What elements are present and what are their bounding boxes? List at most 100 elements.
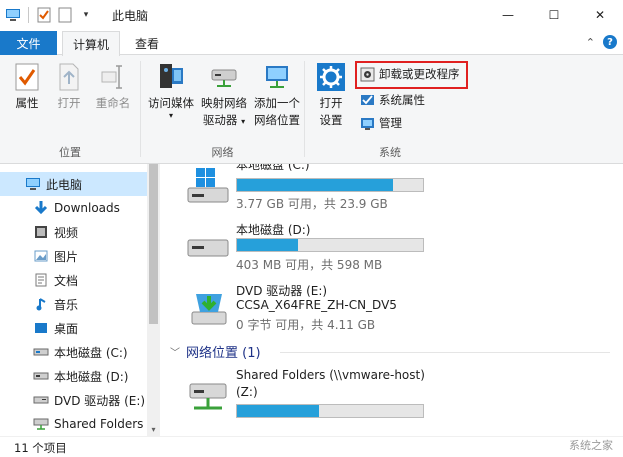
chevron-down-icon: ﹀ (170, 348, 180, 359)
picture-icon (32, 248, 50, 264)
tab-file[interactable]: 文件 (0, 31, 57, 55)
new-folder-icon[interactable] (56, 6, 74, 24)
drive-tile-dvd[interactable]: DVD 驱动器 (E:) CCSA_X64FRE_ZH-CN_DV5 0 字节 … (160, 278, 623, 342)
group-system-label: 系统 (379, 146, 401, 159)
manage-button[interactable]: 管理 (359, 113, 402, 133)
nav-item-desktop[interactable]: 桌面 (0, 316, 148, 340)
drive-usage-bar (236, 404, 424, 418)
nav-item-this-pc[interactable]: 此电脑 (0, 172, 148, 196)
tab-view[interactable]: 查看 (124, 31, 170, 56)
media-server-icon (155, 61, 187, 93)
qat-divider (28, 7, 29, 23)
nav-item-shared-folders[interactable]: Shared Folders (0, 412, 148, 436)
computer-icon (24, 176, 42, 192)
network-section-header[interactable]: ﹀ 网络位置 (1) (170, 342, 261, 361)
map-network-drive-button[interactable]: 映射网络 驱动器 ▾ (197, 61, 251, 130)
group-network-label: 网络 (211, 146, 234, 159)
rename-button[interactable]: 重命名 (90, 61, 136, 112)
network-section-title: 网络位置 (1) (186, 346, 261, 361)
tab-computer[interactable]: 计算机 (62, 31, 120, 56)
drive-name: 本地磁盘 (C:) (236, 164, 310, 172)
nav-item-label: 图片 (54, 249, 79, 264)
nav-item-drive-d[interactable]: 本地磁盘 (D:) (0, 364, 148, 388)
chevron-down-icon: ▾ (168, 111, 173, 120)
drive-usage-fill (237, 239, 299, 251)
properties-button[interactable]: 属性 (8, 61, 46, 112)
network-drive-icon (32, 416, 50, 432)
open-label: 打开 (57, 96, 81, 110)
collapse-ribbon-icon[interactable]: ⌃ (586, 36, 595, 49)
watermark-text: 系统之家 (569, 439, 613, 452)
nav-item-dvd-e[interactable]: DVD 驱动器 (E:) (0, 388, 148, 412)
group-location: 属性 打开 重命名 位置 (0, 55, 140, 164)
close-button[interactable]: ✕ (577, 0, 623, 30)
document-icon (32, 272, 50, 288)
open-settings-label-2: 设置 (319, 113, 343, 127)
navigation-pane: 此电脑 Downloads 视频 图片 文档 音乐 桌面 本地磁盘 (C:) 本… (0, 164, 160, 436)
video-icon (32, 224, 50, 240)
properties-check-icon[interactable] (35, 6, 53, 24)
ribbon-right-controls: ⌃ ? (586, 35, 617, 49)
drive-free-space: 3.77 GB 可用，共 23.9 GB (236, 197, 388, 211)
group-location-label: 位置 (59, 146, 81, 159)
nav-item-label: Downloads (54, 201, 120, 215)
drive-name: Shared Folders (\\vmware-host) (236, 368, 425, 382)
nav-scrollbar-thumb[interactable] (149, 164, 158, 324)
drive-tile-c[interactable]: 本地磁盘 (C:) 3.77 GB 可用，共 23.9 GB (160, 164, 623, 218)
nav-item-label: 本地磁盘 (D:) (54, 369, 129, 384)
rename-icon (97, 61, 129, 93)
open-settings-label-1: 打开 (319, 96, 343, 110)
nav-item-documents[interactable]: 文档 (0, 268, 148, 292)
computer-icon[interactable] (4, 6, 22, 24)
window-controls: — ☐ ✕ (485, 0, 623, 30)
item-count: 11 个项目 (14, 441, 67, 455)
open-button[interactable]: 打开 (50, 61, 88, 112)
nav-item-music[interactable]: 音乐 (0, 292, 148, 316)
minimize-button[interactable]: — (485, 0, 531, 30)
ribbon: 属性 打开 重命名 位置 访问媒体 ▾ 映射网络 驱动器 ▾ 添加一个 网络位置… (0, 55, 623, 164)
access-media-button[interactable]: 访问媒体 ▾ (145, 61, 197, 120)
nav-item-pictures[interactable]: 图片 (0, 244, 148, 268)
drive-icon (32, 368, 50, 384)
group-network: 访问媒体 ▾ 映射网络 驱动器 ▾ 添加一个 网络位置 网络 (141, 55, 304, 164)
nav-item-videos[interactable]: 视频 (0, 220, 148, 244)
nav-item-downloads[interactable]: Downloads (0, 196, 148, 220)
qat-dropdown-icon[interactable]: ▾ (77, 6, 95, 24)
title-bar: ▾ 此电脑 — ☐ ✕ (0, 0, 623, 31)
chevron-down-icon: ▾ (241, 117, 246, 126)
open-settings-button[interactable]: 打开 设置 (313, 61, 349, 129)
manage-icon (359, 115, 375, 131)
add-network-location-button[interactable]: 添加一个 网络位置 (251, 61, 303, 129)
nav-item-label: 本地磁盘 (C:) (54, 345, 128, 360)
system-properties-label: 系统属性 (379, 93, 425, 107)
map-drive-label-2-text: 驱动器 (202, 113, 238, 127)
system-properties-icon (359, 92, 375, 108)
desktop-icon (32, 320, 50, 336)
system-properties-button[interactable]: 系统属性 (359, 90, 425, 110)
open-icon (53, 61, 85, 93)
nav-item-label: 文档 (54, 273, 79, 288)
drive-usage-bar (236, 178, 424, 192)
nav-scrollbar[interactable]: ▾ (147, 164, 160, 436)
gear-icon (315, 61, 347, 93)
drive-usage-fill (237, 405, 319, 417)
drive-tile-d[interactable]: 本地磁盘 (D:) 403 MB 可用，共 598 MB (160, 216, 623, 278)
drive-name: DVD 驱动器 (E:) (236, 284, 328, 298)
drive-icon (32, 344, 50, 360)
nav-item-label: 音乐 (54, 297, 79, 312)
network-drive-tile[interactable]: Shared Folders (\\vmware-host) (Z:) (160, 366, 623, 428)
music-icon (32, 296, 50, 312)
manage-label: 管理 (379, 116, 402, 130)
nav-item-drive-c[interactable]: 本地磁盘 (C:) (0, 340, 148, 364)
ribbon-tabs: 文件 计算机 查看 ⌃ ? (0, 31, 623, 56)
scroll-down-icon[interactable]: ▾ (147, 425, 160, 434)
maximize-button[interactable]: ☐ (531, 0, 577, 30)
nav-item-label: 桌面 (54, 321, 79, 336)
nav-item-label: 此电脑 (46, 177, 83, 192)
map-drive-label-2: 驱动器 ▾ (203, 112, 245, 130)
dvd-icon (32, 392, 50, 408)
network-drive-icon (182, 374, 234, 418)
properties-icon (11, 61, 43, 93)
rename-label: 重命名 (95, 96, 131, 110)
help-icon[interactable]: ? (603, 35, 617, 49)
